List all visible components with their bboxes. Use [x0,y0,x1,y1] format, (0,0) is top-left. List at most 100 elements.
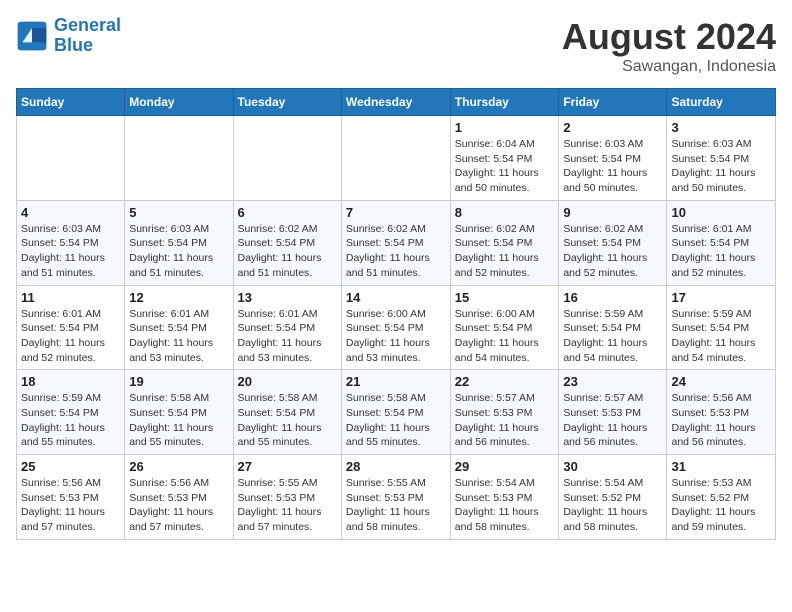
day-info: Sunrise: 5:57 AM Sunset: 5:53 PM Dayligh… [563,391,662,450]
day-number: 13 [238,290,337,305]
day-info: Sunrise: 6:04 AM Sunset: 5:54 PM Dayligh… [455,137,555,196]
day-info: Sunrise: 6:01 AM Sunset: 5:54 PM Dayligh… [129,307,228,366]
day-info: Sunrise: 6:02 AM Sunset: 5:54 PM Dayligh… [238,222,337,281]
logo: General Blue [16,16,121,56]
day-number: 29 [455,459,555,474]
day-info: Sunrise: 5:56 AM Sunset: 5:53 PM Dayligh… [671,391,771,450]
day-info: Sunrise: 6:03 AM Sunset: 5:54 PM Dayligh… [129,222,228,281]
day-number: 11 [21,290,120,305]
col-friday: Friday [559,89,667,116]
page-header: General Blue August 2024 Sawangan, Indon… [16,16,776,76]
day-info: Sunrise: 5:55 AM Sunset: 5:53 PM Dayligh… [346,476,446,535]
location: Sawangan, Indonesia [562,58,776,76]
day-info: Sunrise: 6:02 AM Sunset: 5:54 PM Dayligh… [346,222,446,281]
calendar-header: Sunday Monday Tuesday Wednesday Thursday… [17,89,776,116]
calendar-cell: 8 Sunrise: 6:02 AM Sunset: 5:54 PM Daylig… [450,200,559,285]
day-info: Sunrise: 5:59 AM Sunset: 5:54 PM Dayligh… [21,391,120,450]
calendar-cell: 31 Sunrise: 5:53 AM Sunset: 5:52 PM Dayli… [667,455,776,540]
calendar-week-5: 25 Sunrise: 5:56 AM Sunset: 5:53 PM Dayli… [17,455,776,540]
day-number: 31 [671,459,771,474]
day-info: Sunrise: 6:03 AM Sunset: 5:54 PM Dayligh… [563,137,662,196]
day-info: Sunrise: 5:54 AM Sunset: 5:53 PM Dayligh… [455,476,555,535]
day-info: Sunrise: 5:53 AM Sunset: 5:52 PM Dayligh… [671,476,771,535]
calendar-cell: 26Sunrise: 5:56 AM Sunset: 5:53 PM Dayli… [125,455,233,540]
calendar-week-3: 11 Sunrise: 6:01 AM Sunset: 5:54 PM Dayli… [17,285,776,370]
day-info: Sunrise: 6:01 AM Sunset: 5:54 PM Dayligh… [238,307,337,366]
day-number: 23 [563,374,662,389]
day-number: 2 [563,120,662,135]
col-thursday: Thursday [450,89,559,116]
day-number: 6 [238,205,337,220]
day-info: Sunrise: 6:00 AM Sunset: 5:54 PM Dayligh… [455,307,555,366]
calendar-cell: 10 Sunrise: 6:01 AM Sunset: 5:54 PM Dayli… [667,200,776,285]
day-info: Sunrise: 6:01 AM Sunset: 5:54 PM Dayligh… [671,222,771,281]
day-number: 20 [238,374,337,389]
day-number: 19 [129,374,228,389]
day-number: 21 [346,374,446,389]
calendar-cell: 3 Sunrise: 6:03 AM Sunset: 5:54 PM Daylig… [667,116,776,201]
day-number: 8 [455,205,555,220]
calendar-cell: 16 Sunrise: 5:59 AM Sunset: 5:54 PM Dayli… [559,285,667,370]
day-info: Sunrise: 6:01 AM Sunset: 5:54 PM Dayligh… [21,307,120,366]
calendar-cell: 1 Sunrise: 6:04 AM Sunset: 5:54 PM Daylig… [450,116,559,201]
day-number: 28 [346,459,446,474]
col-wednesday: Wednesday [341,89,450,116]
calendar-cell: 6 Sunrise: 6:02 AM Sunset: 5:54 PM Daylig… [233,200,341,285]
logo-text: General Blue [54,16,121,56]
calendar-cell: 14Sunrise: 6:00 AM Sunset: 5:54 PM Dayli… [341,285,450,370]
day-number: 5 [129,205,228,220]
day-info: Sunrise: 6:02 AM Sunset: 5:54 PM Dayligh… [563,222,662,281]
day-number: 15 [455,290,555,305]
day-number: 12 [129,290,228,305]
day-info: Sunrise: 6:03 AM Sunset: 5:54 PM Dayligh… [671,137,771,196]
day-number: 25 [21,459,120,474]
day-number: 22 [455,374,555,389]
day-info: Sunrise: 5:58 AM Sunset: 5:54 PM Dayligh… [346,391,446,450]
day-info: Sunrise: 5:56 AM Sunset: 5:53 PM Dayligh… [129,476,228,535]
day-info: Sunrise: 6:02 AM Sunset: 5:54 PM Dayligh… [455,222,555,281]
calendar-body: 1 Sunrise: 6:04 AM Sunset: 5:54 PM Daylig… [17,116,776,540]
calendar-cell [125,116,233,201]
day-number: 9 [563,205,662,220]
col-monday: Monday [125,89,233,116]
calendar-cell: 18 Sunrise: 5:59 AM Sunset: 5:54 PM Dayli… [17,370,125,455]
calendar-cell: 21 Sunrise: 5:58 AM Sunset: 5:54 PM Dayli… [341,370,450,455]
day-info: Sunrise: 5:58 AM Sunset: 5:54 PM Dayligh… [238,391,337,450]
day-info: Sunrise: 5:59 AM Sunset: 5:54 PM Dayligh… [563,307,662,366]
calendar-cell: 27Sunrise: 5:55 AM Sunset: 5:53 PM Dayli… [233,455,341,540]
calendar-cell [233,116,341,201]
header-row: Sunday Monday Tuesday Wednesday Thursday… [17,89,776,116]
day-number: 27 [238,459,337,474]
calendar-cell: 29 Sunrise: 5:54 AM Sunset: 5:53 PM Dayli… [450,455,559,540]
day-number: 10 [671,205,771,220]
calendar-cell: 28 Sunrise: 5:55 AM Sunset: 5:53 PM Dayli… [341,455,450,540]
col-saturday: Saturday [667,89,776,116]
day-number: 16 [563,290,662,305]
calendar-cell: 7 Sunrise: 6:02 AM Sunset: 5:54 PM Daylig… [341,200,450,285]
logo-icon [16,20,48,52]
day-number: 7 [346,205,446,220]
day-number: 4 [21,205,120,220]
calendar-cell: 15 Sunrise: 6:00 AM Sunset: 5:54 PM Dayli… [450,285,559,370]
day-info: Sunrise: 5:54 AM Sunset: 5:52 PM Dayligh… [563,476,662,535]
calendar-cell [17,116,125,201]
col-sunday: Sunday [17,89,125,116]
day-number: 3 [671,120,771,135]
day-info: Sunrise: 5:58 AM Sunset: 5:54 PM Dayligh… [129,391,228,450]
day-number: 18 [21,374,120,389]
calendar-week-2: 4 Sunrise: 6:03 AM Sunset: 5:54 PM Daylig… [17,200,776,285]
day-number: 1 [455,120,555,135]
day-info: Sunrise: 5:57 AM Sunset: 5:53 PM Dayligh… [455,391,555,450]
calendar-week-1: 1 Sunrise: 6:04 AM Sunset: 5:54 PM Daylig… [17,116,776,201]
day-number: 24 [671,374,771,389]
calendar-cell: 25Sunrise: 5:56 AM Sunset: 5:53 PM Dayli… [17,455,125,540]
calendar-cell: 20 Sunrise: 5:58 AM Sunset: 5:54 PM Dayli… [233,370,341,455]
calendar-table: Sunday Monday Tuesday Wednesday Thursday… [16,88,776,540]
calendar-cell: 9 Sunrise: 6:02 AM Sunset: 5:54 PM Daylig… [559,200,667,285]
day-number: 17 [671,290,771,305]
calendar-cell: 5 Sunrise: 6:03 AM Sunset: 5:54 PM Daylig… [125,200,233,285]
col-tuesday: Tuesday [233,89,341,116]
calendar-cell: 12 Sunrise: 6:01 AM Sunset: 5:54 PM Dayli… [125,285,233,370]
logo-line1: General [54,15,121,35]
day-number: 30 [563,459,662,474]
